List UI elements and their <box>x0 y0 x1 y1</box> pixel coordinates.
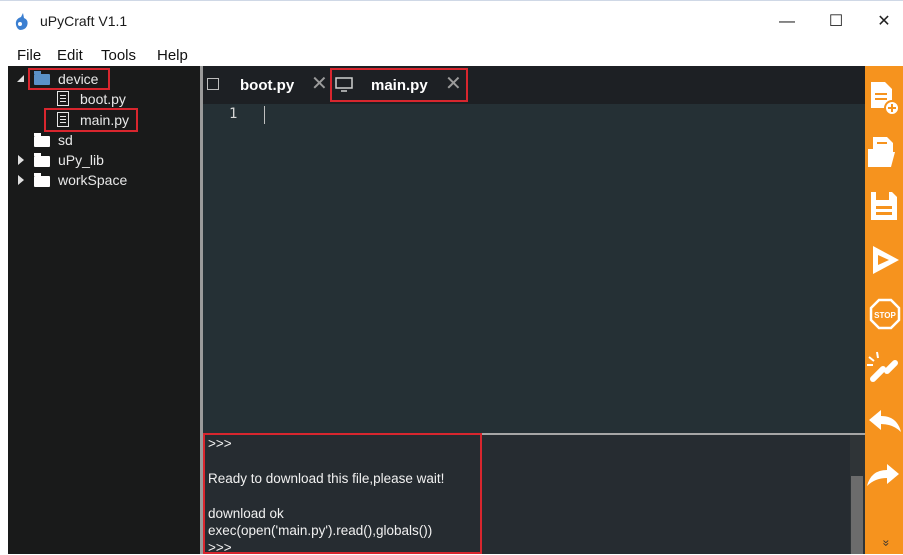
connect-icon <box>867 351 898 382</box>
redo-icon <box>867 464 899 486</box>
right-toolbar: STOP » <box>865 66 903 554</box>
monitor-icon <box>335 77 353 92</box>
menu-edit[interactable]: Edit <box>57 47 83 64</box>
new-file-icon <box>871 82 900 116</box>
tree-label-upy-lib: uPy_lib <box>58 152 104 168</box>
text-cursor <box>264 106 265 124</box>
tree-item-main-py[interactable]: main.py <box>8 111 200 129</box>
tree-item-sd[interactable]: sd <box>8 131 200 149</box>
redo-button[interactable] <box>865 458 903 510</box>
tree-item-workspace[interactable]: workSpace <box>8 171 200 189</box>
tab-main-py[interactable]: main.py ✕ <box>331 66 469 104</box>
menu-bar: File Edit Tools Help <box>0 42 903 66</box>
run-button[interactable] <box>865 240 903 292</box>
tab-boot-py[interactable]: boot.py ✕ <box>203 66 331 104</box>
console-prompt: >>> <box>208 436 232 451</box>
tree-item-boot-py[interactable]: boot.py <box>8 90 200 108</box>
window-title: uPyCraft V1.1 <box>40 13 128 29</box>
tree-label-workspace: workSpace <box>58 172 128 188</box>
collapsed-arrow-icon[interactable] <box>18 155 24 165</box>
menu-help[interactable]: Help <box>157 47 188 64</box>
close-tab-icon[interactable]: ✕ <box>311 74 328 94</box>
tree-label-boot-py: boot.py <box>80 91 126 107</box>
menu-tools[interactable]: Tools <box>101 47 136 64</box>
folder-icon <box>34 173 50 187</box>
title-bar: uPyCraft V1.1 — ☐ ✕ <box>0 0 903 40</box>
undo-icon <box>869 410 901 432</box>
console-line: download ok <box>208 506 284 521</box>
tab-file-icon <box>207 78 219 90</box>
connect-button[interactable] <box>865 349 903 401</box>
run-icon <box>873 246 899 274</box>
console-scrollbar-thumb[interactable] <box>851 476 863 554</box>
tree-item-device[interactable]: device <box>8 70 200 88</box>
stop-icon: STOP <box>869 298 901 330</box>
console-prompt: >>> <box>208 540 232 555</box>
toolbar-more-icon[interactable]: » <box>879 540 893 547</box>
line-number-gutter: 1 <box>203 104 263 433</box>
open-file-button[interactable] <box>865 133 903 185</box>
tab-bar: boot.py ✕ main.py ✕ <box>203 66 865 104</box>
stop-button[interactable]: STOP <box>865 294 903 346</box>
new-file-button[interactable] <box>865 78 903 130</box>
file-icon <box>57 91 69 106</box>
file-tree: device boot.py main.py sd uPy_lib workSp… <box>8 66 200 554</box>
save-button[interactable] <box>865 186 903 238</box>
undo-button[interactable] <box>865 404 903 456</box>
line-number: 1 <box>229 106 238 122</box>
close-tab-icon[interactable]: ✕ <box>445 74 462 94</box>
tree-label-main-py: main.py <box>80 112 130 128</box>
app-logo-icon <box>15 13 28 30</box>
tab-label-main-py: main.py <box>371 77 428 94</box>
console-line: Ready to download this file,please wait! <box>208 471 445 486</box>
close-window-button[interactable]: ✕ <box>869 9 899 35</box>
file-icon <box>57 112 69 127</box>
tab-label-boot-py: boot.py <box>240 77 295 94</box>
folder-icon <box>34 133 50 147</box>
svg-text:STOP: STOP <box>874 311 896 320</box>
save-icon <box>871 192 897 220</box>
code-editor[interactable]: 1 <box>203 104 865 433</box>
console-panel[interactable]: >>> Ready to download this file,please w… <box>203 435 850 555</box>
menu-file[interactable]: File <box>17 47 41 64</box>
console-line: exec(open('main.py').read(),globals()) <box>208 523 433 538</box>
tree-label-device: device <box>58 71 99 87</box>
tree-label-sd: sd <box>58 132 73 148</box>
expanded-arrow-icon[interactable] <box>17 75 24 82</box>
open-file-icon <box>868 137 895 167</box>
maximize-button[interactable]: ☐ <box>821 9 851 35</box>
minimize-button[interactable]: — <box>772 9 802 35</box>
folder-icon <box>34 153 50 167</box>
folder-open-icon <box>34 71 50 85</box>
tree-item-upy-lib[interactable]: uPy_lib <box>8 151 200 169</box>
collapsed-arrow-icon[interactable] <box>18 175 24 185</box>
